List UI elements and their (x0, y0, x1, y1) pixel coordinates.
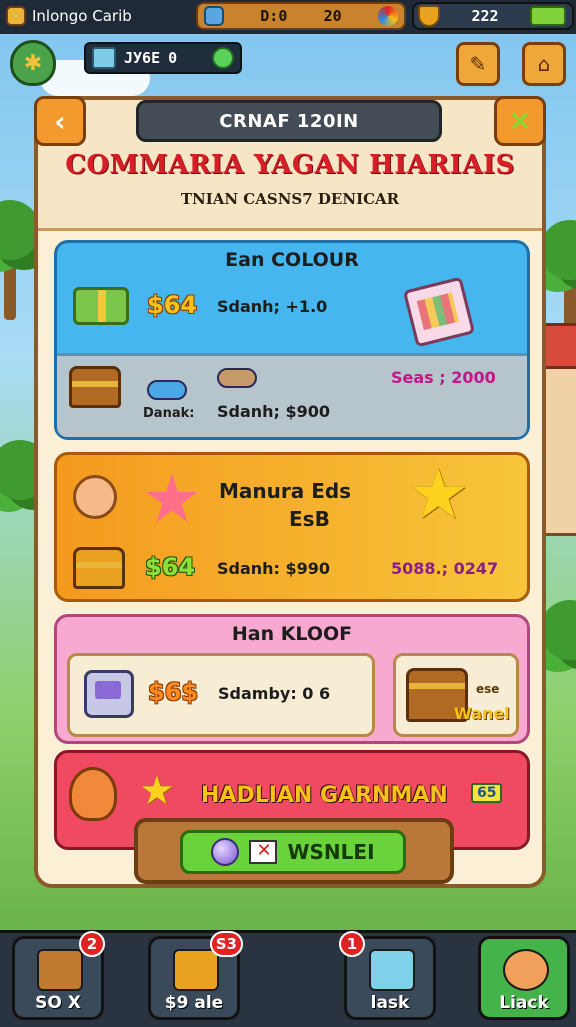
crate-icon (37, 949, 83, 991)
offer-card-orange[interactable]: Manura Eds EsB ★ $64 Sdanh: $990 5088.; … (54, 452, 530, 602)
gem-value: 222 (471, 7, 499, 25)
hammer-icon (204, 6, 224, 26)
confirm-button[interactable]: WSNLEI (180, 830, 406, 874)
card-title: Ean COLOUR (225, 249, 359, 271)
chest-icon (69, 366, 121, 408)
confirm-button-label: WSNLEI (287, 840, 375, 864)
machine-icon (84, 670, 134, 718)
chest-label-a: ese (476, 682, 500, 696)
card-title: Han KLOOF (231, 623, 353, 645)
shop-button[interactable]: ⌂ (522, 42, 566, 86)
strip-label-mid: Sdanh; $900 (217, 402, 331, 421)
orb-icon (211, 838, 240, 866)
shop-panel: ‹ CRNAF 120IN ✕ COMMARIA YAGAN HIARIAIS … (34, 96, 546, 888)
shield-icon (418, 5, 440, 27)
card-title: HADLIAN GARNMAN (201, 783, 448, 808)
pet-icon (503, 949, 549, 991)
back-arrow-icon: ‹ (54, 104, 66, 138)
nav-label: $9 ale (164, 993, 224, 1013)
card-title-line2: EsB (289, 507, 330, 531)
right-label: 5088.; 0247 (391, 559, 499, 578)
panel-header: ‹ CRNAF 120IN ✕ COMMARIA YAGAN HIARIAIS … (34, 96, 546, 231)
offer-box[interactable]: $6$ Sdamby: 0 6 (67, 653, 375, 737)
back-button[interactable]: ‹ (34, 96, 86, 146)
gem-bar: 222 (412, 2, 574, 30)
strip-label-right: Seas ; 2000 (391, 368, 496, 387)
player-info: Inlongo Carib (6, 3, 132, 29)
price: $6$ (148, 678, 199, 706)
counter-value: 0 (168, 49, 178, 67)
bonus-strip: Danak: Sdanh; $900 Seas ; 2000 (57, 353, 527, 437)
top-hud: Inlongo Carib D:0 20 222 (0, 0, 576, 34)
close-x-icon: ✕ (508, 104, 532, 138)
nav-label: Liack (499, 993, 549, 1013)
nav-storage[interactable]: SO X 2 (12, 931, 105, 1020)
cancel-note-icon (249, 840, 278, 864)
nav-task[interactable]: lask 1 (339, 931, 436, 1020)
stat-label: Sdanh: $990 (217, 559, 331, 578)
tablet-icon (92, 47, 116, 69)
nav-label: SO X (35, 993, 81, 1013)
stat-label: Sdamby: 0 6 (218, 684, 331, 703)
resource-bar: D:0 20 (196, 2, 406, 30)
counter-label: ЈУ6Е (124, 49, 161, 67)
gold-bars-icon (73, 547, 125, 589)
coin-swirl-icon (378, 6, 398, 26)
gift-icon (73, 287, 129, 325)
nav-sale[interactable]: $9 ale S3 (148, 931, 243, 1020)
scroll-icon (402, 276, 476, 348)
edit-button[interactable]: ✎ (456, 42, 500, 86)
strip-label-left: Danak: (143, 406, 195, 421)
star-gem-icon: ★ (407, 453, 470, 535)
player-name: Inlongo Carib (32, 7, 132, 25)
subheadline: TNIAN CASNS7 DENICAR (180, 190, 400, 208)
chest-label-b: Wanel (454, 704, 510, 723)
sale-bag-icon (173, 949, 219, 991)
panel-title: CRNAF 120IN (136, 100, 442, 142)
squirrel-icon (69, 767, 117, 821)
stat-label: Sdanh; +1.0 (217, 297, 328, 316)
candy-icon (147, 380, 187, 400)
plus-icon[interactable] (212, 47, 234, 69)
resource-a-value: D:0 (260, 7, 288, 25)
price: $64 (147, 291, 198, 319)
notification-badge: S3 (209, 931, 243, 957)
chest-box[interactable]: ese Wanel (393, 653, 519, 737)
star-icon: ★ (139, 768, 175, 814)
counter-pill: ЈУ6Е 0 (84, 42, 242, 74)
close-button[interactable]: ✕ (494, 96, 546, 146)
capsule-icon (217, 368, 257, 388)
notification-badge: 2 (79, 931, 105, 957)
burst-icon (146, 473, 198, 523)
headline: COMMARIA YAGAN HIARIAIS (65, 150, 515, 180)
task-board-icon (369, 949, 415, 991)
gear-icon: ✱ (23, 50, 43, 76)
settings-button[interactable]: ✱ (10, 40, 56, 86)
notification-badge: 1 (339, 931, 365, 957)
cash-icon[interactable] (530, 6, 566, 26)
nav-label: lask (370, 993, 410, 1013)
house-icon: ⌂ (537, 52, 551, 76)
offer-card-pink[interactable]: Han KLOOF $6$ Sdamby: 0 6 ese Wanel (54, 614, 530, 744)
character-icon (73, 475, 117, 519)
offer-card-blue[interactable]: Ean COLOUR $64 Sdanh; +1.0 Danak: Sdanh;… (54, 240, 530, 440)
resource-b-value: 20 (323, 7, 342, 25)
pencil-icon: ✎ (469, 52, 487, 76)
tag-label: 65 (471, 783, 503, 803)
book-icon (6, 6, 26, 26)
nav-back[interactable]: Liack (478, 936, 570, 1020)
price: $64 (145, 553, 196, 581)
card-title-line1: Manura Eds (219, 479, 352, 503)
action-plank: WSNLEI (134, 818, 454, 884)
